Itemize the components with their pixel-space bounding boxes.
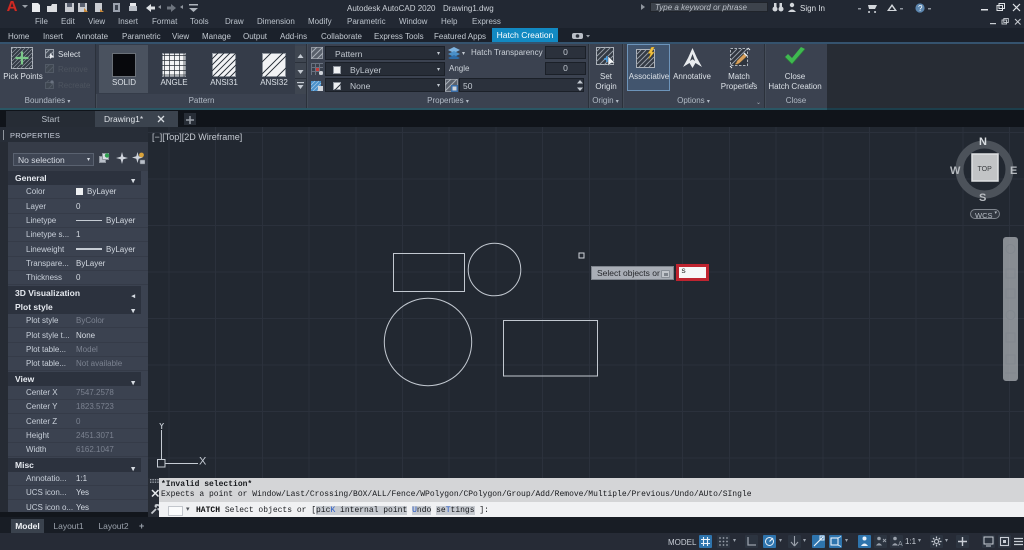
svg-text:A: A <box>898 541 903 548</box>
svg-text:N: N <box>979 136 987 148</box>
svg-text:S: S <box>979 192 986 203</box>
svg-text:X: X <box>199 456 207 468</box>
svg-text:W: W <box>950 165 961 177</box>
svg-text:Sign In: Sign In <box>800 4 825 13</box>
svg-text:?: ? <box>918 4 923 13</box>
svg-text:Y: Y <box>158 423 166 432</box>
svg-text:TOP: TOP <box>978 166 993 173</box>
svg-text:E: E <box>1010 165 1017 177</box>
